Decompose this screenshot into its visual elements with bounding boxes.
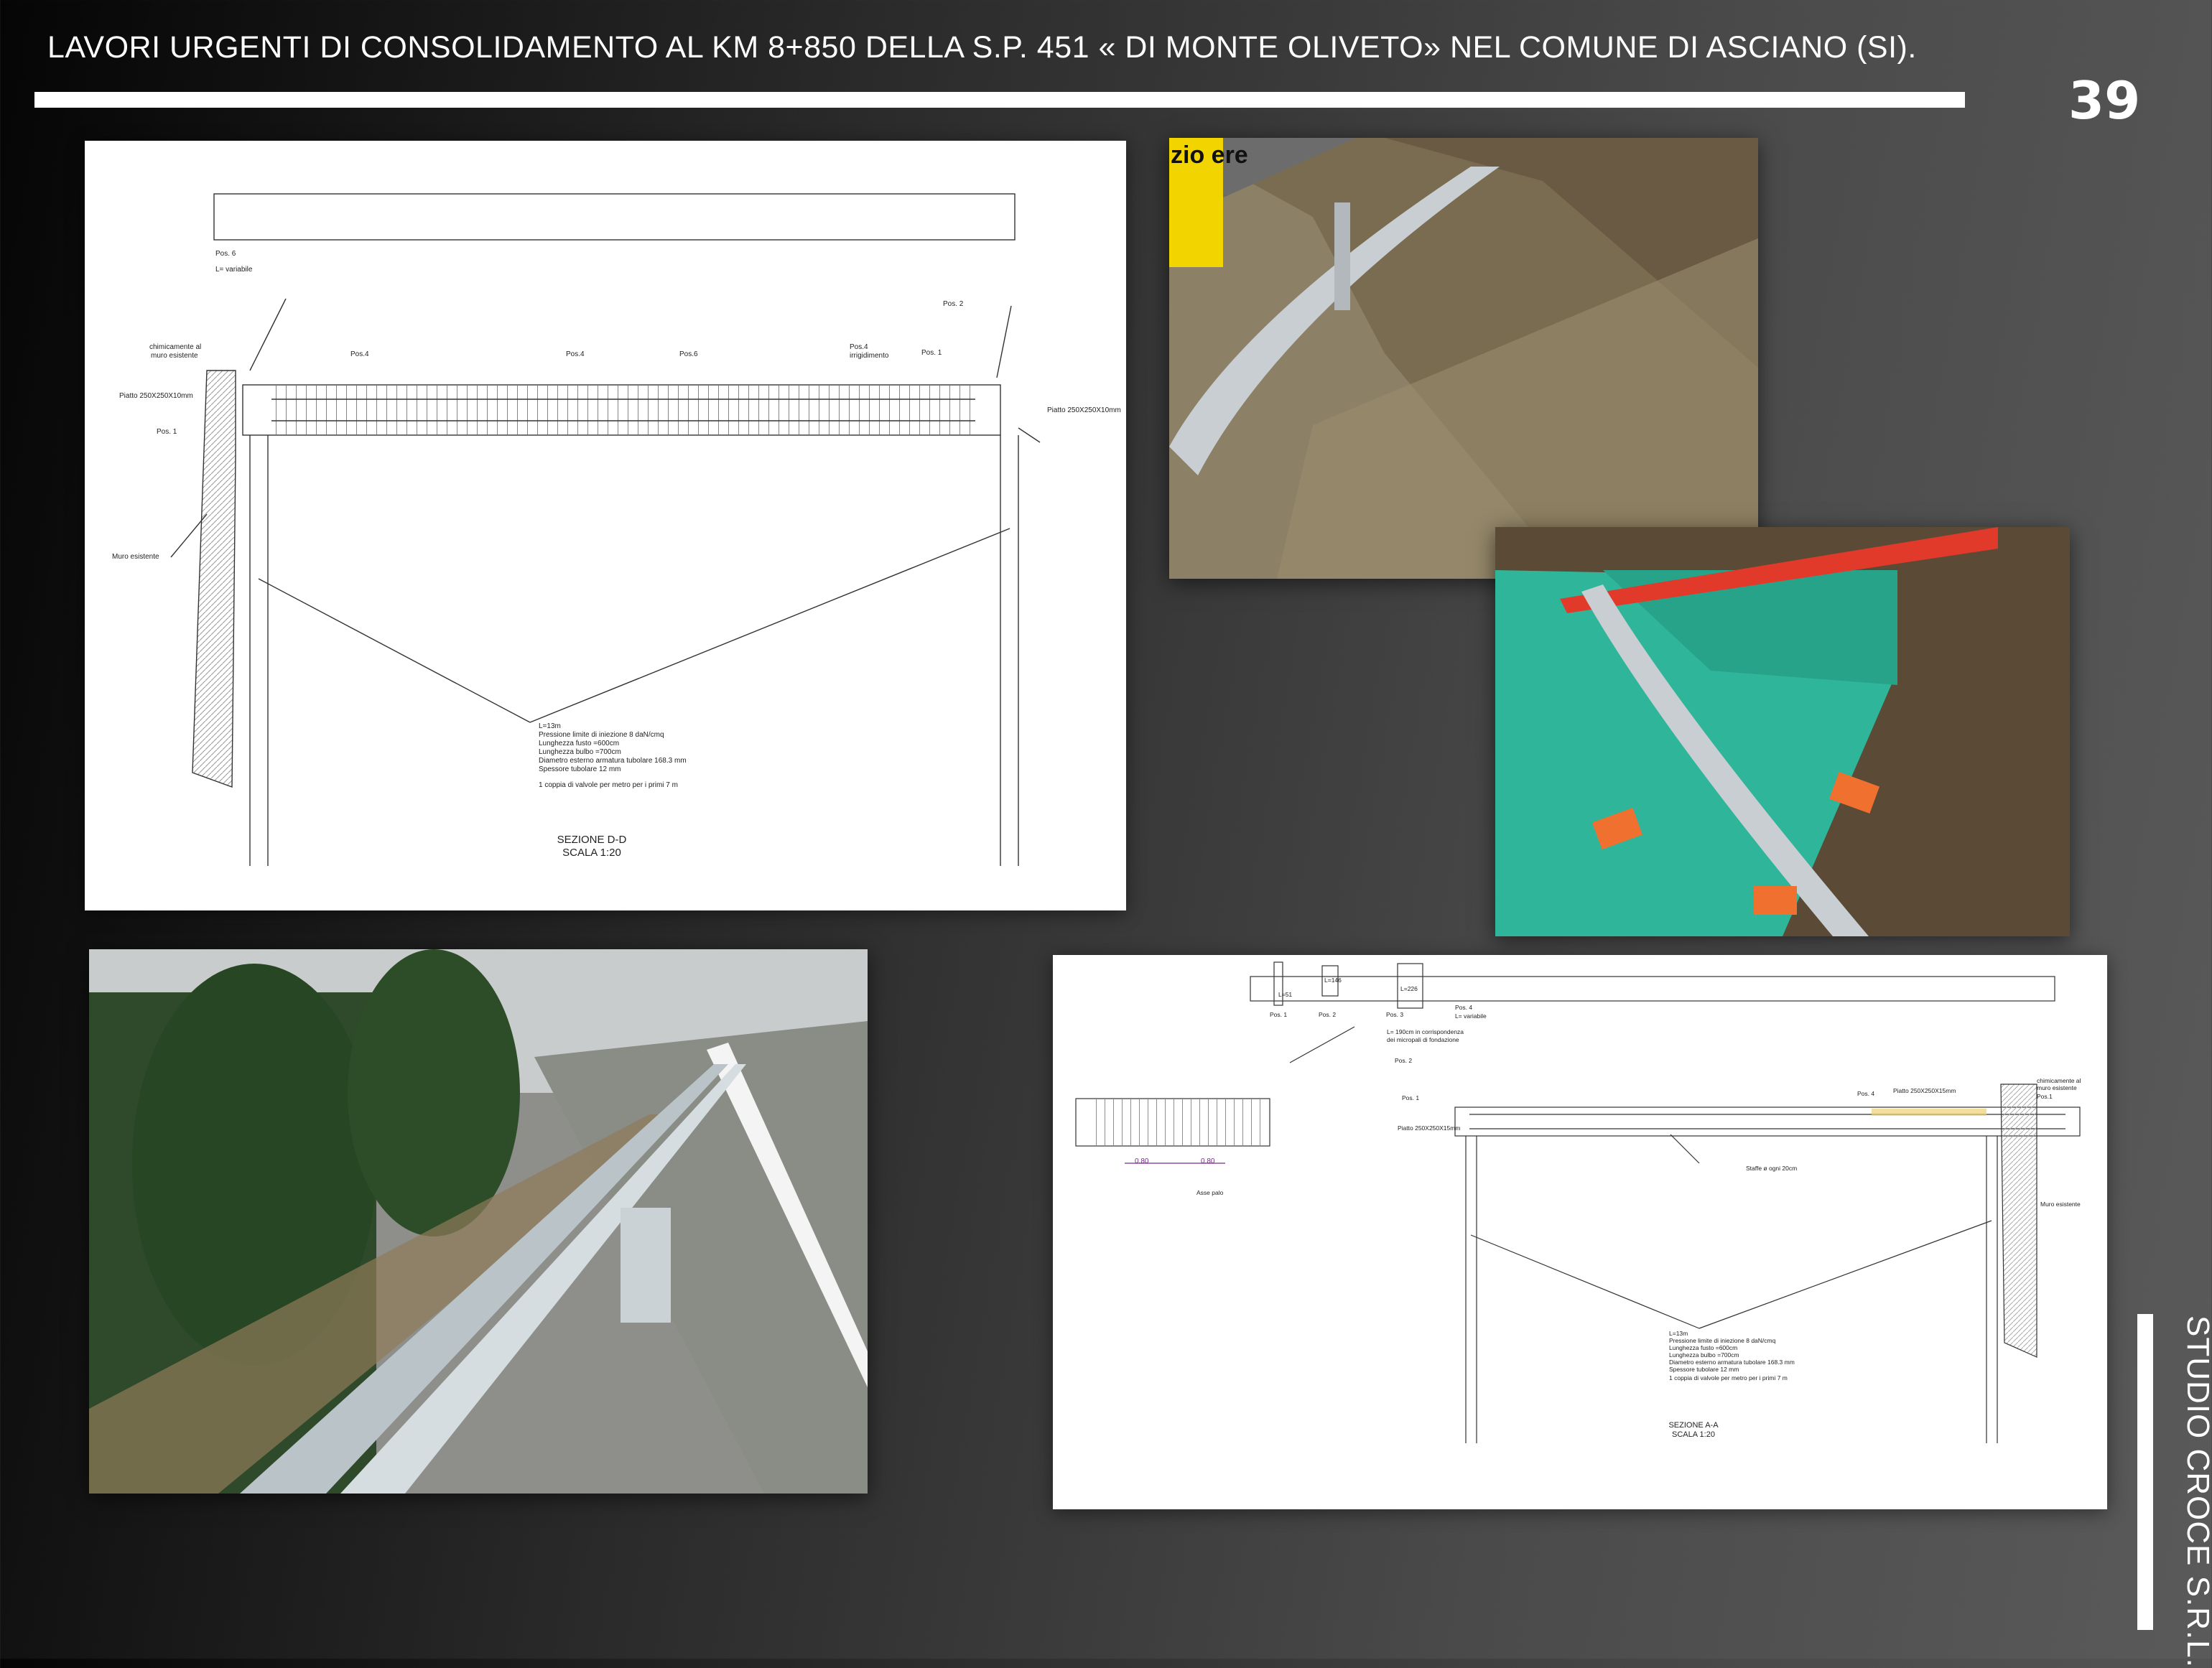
section-aa-drawing: Pos. 1 L=51 Pos. 2 L=146 Pos. 3 L=226 Po…	[1053, 955, 2107, 1509]
aa-label-anchor2: dei micropali di fondazione	[1387, 1036, 1459, 1043]
label-chem1: chimicamente al	[149, 343, 201, 351]
aa-spec-line-3: Lunghezza bulbo =700cm	[1669, 1351, 1739, 1359]
section-aa-title: SEZIONE A-A	[1668, 1421, 1719, 1430]
spec-line-4: Diametro esterno armatura tubolare 168.3…	[539, 757, 687, 765]
spec-line-0: L=13m	[539, 722, 561, 730]
company-name: STUDIO CROCE S.R.L.	[2180, 1315, 2212, 1668]
title-rule	[34, 92, 1965, 108]
label-pos6b: Pos.6	[679, 350, 698, 358]
aa-label-anchor1: L= 190cm in corrispondenza	[1387, 1028, 1464, 1035]
label-pos6: Pos. 6	[215, 250, 236, 258]
footer-side-rule	[2137, 1314, 2153, 1630]
aa-label-wall: Muro esistente	[2040, 1201, 2081, 1208]
photo-tarp-svg	[1495, 527, 2070, 936]
bar-detail-rect-aa	[1250, 976, 2055, 1002]
spec-line-6: 1 coppia di valvole per metro per i prim…	[539, 781, 678, 789]
aa-dim-1: 0.80	[1135, 1157, 1149, 1165]
aa-spec-line-5: Spessore tubolare 12 mm	[1669, 1366, 1739, 1373]
aa-label-chem1: chimicamente al	[2037, 1077, 2081, 1084]
photo-tarp-slope	[1495, 527, 2070, 936]
aa-label-pos1: Pos. 1	[1270, 1011, 1287, 1018]
section-dd-title: SEZIONE D-D	[557, 834, 627, 846]
label-pos2: Pos. 2	[943, 300, 964, 308]
label-pos4b: Pos.4	[566, 350, 585, 358]
label-pos4c: Pos.4	[850, 343, 868, 351]
label-plate-left: Piatto 250X250X10mm	[119, 392, 193, 400]
photo-slope-svg: zio ere	[1169, 138, 1758, 579]
photo-road-svg	[89, 949, 868, 1494]
aa-label-staffe: Staffe ø ogni 20cm	[1746, 1165, 1797, 1172]
bar-detail-rect	[213, 193, 1016, 241]
aa-spec-line-6: 1 coppia di valvole per metro per i prim…	[1669, 1374, 1788, 1382]
spec-line-5: Spessore tubolare 12 mm	[539, 765, 621, 773]
aa-spec-line-4: Diametro esterno armatura tubolare 168.3…	[1669, 1359, 1795, 1366]
section-aa-svg: Pos. 1 L=51 Pos. 2 L=146 Pos. 3 L=226 Po…	[1075, 961, 2081, 1443]
spec-line-1: Pressione limite di iniezione 8 daN/cmq	[539, 731, 664, 739]
sign-text: zio ere	[1171, 141, 1248, 169]
aa-label-pos2: Pos. 2	[1319, 1011, 1336, 1018]
section-dd-svg: Pos. 6 L= variabile chimicamente al muro…	[112, 193, 1121, 866]
label-pos1-left: Pos. 1	[157, 428, 177, 436]
label-irrigidimento: irrigidimento	[850, 352, 889, 360]
aa-label-l146: L=146	[1324, 977, 1342, 984]
label-pos1-right: Pos. 1	[921, 349, 942, 357]
aa-label-pos1c: Pos.1	[2037, 1093, 2053, 1100]
spec-line-2: Lunghezza fusto =600cm	[539, 740, 619, 747]
aa-label-l51: L=51	[1278, 991, 1292, 998]
spec-line-3: Lunghezza bulbo =700cm	[539, 748, 621, 756]
aa-spec-line-2: Lunghezza fusto =600cm	[1669, 1344, 1737, 1351]
label-lvar: L= variabile	[215, 266, 253, 274]
aa-label-chem2: muro esistente	[2037, 1084, 2077, 1091]
aa-label-pos3: Pos. 3	[1386, 1011, 1403, 1018]
section-aa-scale: SCALA 1:20	[1672, 1430, 1715, 1439]
photo-road-guardrail	[89, 949, 868, 1494]
aa-label-pos4: Pos. 4	[1455, 1004, 1472, 1011]
aa-label-plate-right: Piatto 250X250X15mm	[1893, 1087, 1956, 1094]
section-dd-drawing: Pos. 6 L= variabile chimicamente al muro…	[85, 141, 1126, 910]
aa-label-pos4b: Pos. 4	[1857, 1090, 1874, 1097]
aa-label-l226: L=226	[1400, 985, 1418, 992]
aa-dim-2: 0.80	[1201, 1157, 1215, 1165]
aa-spec-line-1: Pressione limite di iniezione 8 daN/cmq	[1669, 1337, 1776, 1344]
page-number: 39	[2068, 70, 2141, 131]
aa-label-lvar: L= variabile	[1455, 1012, 1487, 1020]
beam-stirrups	[273, 386, 973, 434]
label-pos4a: Pos.4	[350, 350, 369, 358]
photo-slope-barrier: zio ere	[1169, 138, 1758, 579]
label-plate-right: Piatto 250X250X10mm	[1047, 406, 1121, 414]
aa-label-asse: Asse palo	[1196, 1189, 1224, 1196]
aa-label-pos1b: Pos. 1	[1402, 1094, 1419, 1101]
aa-label-plate-left: Piatto 250X250X15mm	[1398, 1124, 1460, 1132]
label-wall: Muro esistente	[112, 553, 159, 561]
section-dd-scale: SCALA 1:20	[562, 847, 621, 859]
aa-spec-line-0: L=13m	[1669, 1330, 1688, 1337]
aa-label-pos2b: Pos. 2	[1395, 1057, 1412, 1064]
label-chem2: muro esistente	[151, 352, 198, 360]
page-title: LAVORI URGENTI DI CONSOLIDAMENTO AL KM 8…	[47, 30, 1917, 65]
